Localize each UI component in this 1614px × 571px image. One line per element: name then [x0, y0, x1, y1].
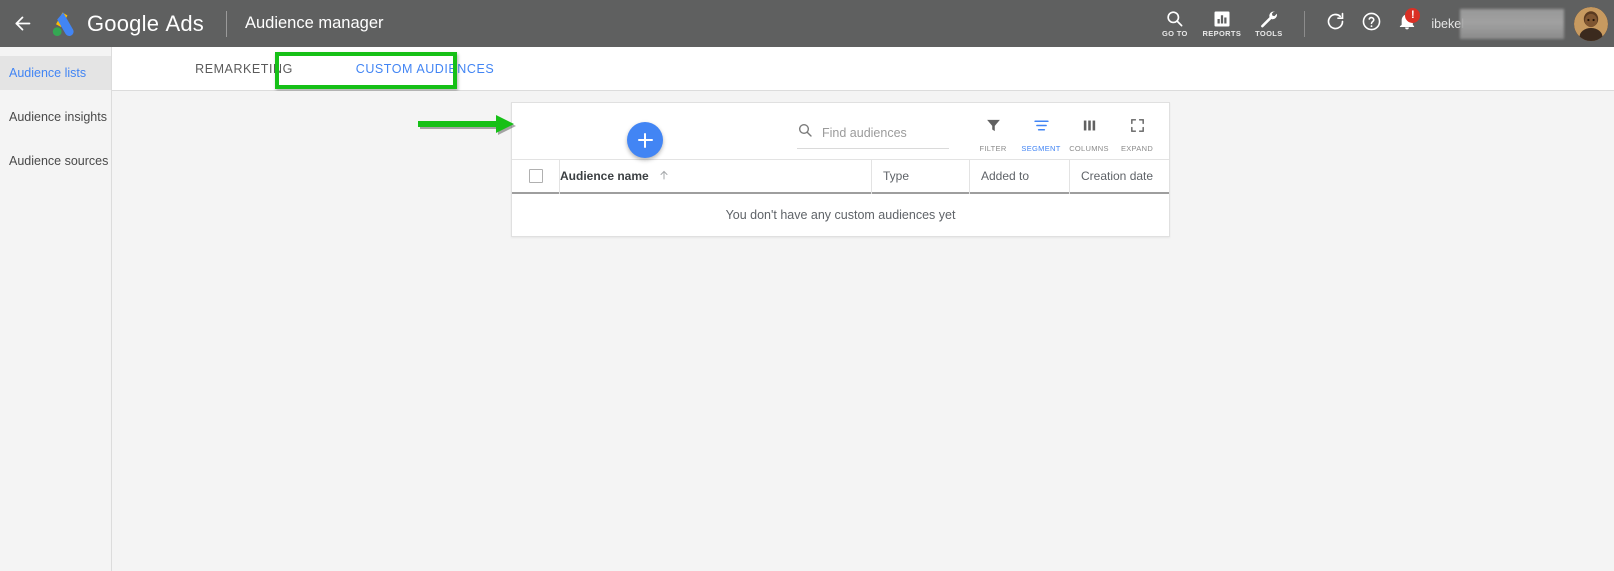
funnel-icon: [985, 117, 1002, 139]
segment-lines-icon: [1033, 117, 1050, 139]
column-header-added-to[interactable]: Added to: [969, 158, 1069, 194]
empty-state-message: You don't have any custom audiences yet: [725, 208, 956, 222]
search-icon: [797, 122, 813, 143]
column-header-audience-name[interactable]: Audience name: [559, 158, 871, 194]
sidebar-item-label: Audience lists: [9, 66, 87, 80]
empty-state-row: You don't have any custom audiences yet: [512, 194, 1169, 236]
tab-custom-audiences[interactable]: CUSTOM AUDIENCES: [334, 47, 516, 91]
sidebar-item-label: Audience insights: [9, 110, 107, 124]
brand-google: Google: [87, 10, 160, 36]
reports-button[interactable]: REPORTS: [1198, 0, 1245, 47]
arrow-left-icon: [12, 13, 33, 34]
column-label: Added to: [981, 169, 1030, 183]
select-all-checkbox[interactable]: [528, 169, 543, 183]
segment-button[interactable]: SEGMENT: [1017, 113, 1065, 153]
help-button[interactable]: [1353, 0, 1389, 47]
search-icon: [1165, 9, 1184, 28]
column-header-type[interactable]: Type: [871, 158, 969, 194]
sidebar-item-audience-insights[interactable]: Audience insights: [0, 100, 111, 134]
go-to-label: GO TO: [1161, 29, 1188, 38]
tab-bar: REMARKETING CUSTOM AUDIENCES: [112, 47, 1614, 91]
select-all-cell: [512, 159, 559, 194]
help-circle-icon: [1361, 11, 1382, 37]
redacted-account-name: [1460, 8, 1564, 39]
google-ads-logo-icon: [41, 8, 85, 40]
wrench-icon: [1259, 9, 1278, 28]
custom-audiences-card: FILTER SEGMENT: [511, 102, 1170, 237]
tools-button[interactable]: TOOLS: [1245, 0, 1292, 47]
header-actions: GO TO REPORTS TOOLS ! ibekel: [1151, 0, 1614, 47]
columns-icon: [1081, 117, 1098, 139]
expand-button[interactable]: EXPAND: [1113, 113, 1161, 153]
brand-wordmark: Google Ads: [87, 11, 204, 37]
top-header: Google Ads Audience manager GO TO REPORT…: [0, 0, 1614, 47]
tab-label: REMARKETING: [195, 62, 293, 76]
sidebar-item-label: Audience sources: [9, 154, 109, 168]
refresh-icon: [1325, 11, 1346, 37]
expand-corners-icon: [1129, 117, 1146, 139]
header-actions-divider: [1304, 10, 1306, 37]
left-sidebar: Audience lists Audience insights Audienc…: [0, 47, 112, 571]
reports-label: REPORTS: [1202, 29, 1242, 38]
avatar[interactable]: [1574, 6, 1608, 41]
header-divider: [225, 10, 227, 37]
toolbar-actions: FILTER SEGMENT: [797, 103, 1169, 159]
search-input[interactable]: [822, 125, 934, 140]
search-field[interactable]: [797, 122, 949, 149]
refresh-button[interactable]: [1317, 0, 1353, 47]
brand-ads: Ads: [165, 10, 204, 36]
card-toolbar: FILTER SEGMENT: [512, 103, 1169, 159]
sidebar-item-audience-lists[interactable]: Audience lists: [0, 56, 111, 90]
segment-label: SEGMENT: [1021, 144, 1061, 153]
bar-chart-icon: [1213, 9, 1231, 28]
column-label: Creation date: [1081, 169, 1154, 183]
column-label: Audience name: [560, 169, 649, 183]
expand-label: EXPAND: [1120, 144, 1154, 153]
tab-label: CUSTOM AUDIENCES: [355, 62, 495, 76]
go-to-button[interactable]: GO TO: [1151, 0, 1198, 47]
column-label: Type: [883, 169, 910, 183]
tools-label: TOOLS: [1255, 29, 1283, 38]
filter-button[interactable]: FILTER: [969, 113, 1017, 153]
main-content: FILTER SEGMENT: [113, 91, 1614, 571]
column-header-creation-date[interactable]: Creation date: [1069, 158, 1169, 194]
columns-label: COLUMNS: [1069, 144, 1109, 153]
notification-badge: !: [1405, 8, 1421, 23]
google-ads-audience-manager: Google Ads Audience manager GO TO REPORT…: [0, 0, 1614, 571]
sidebar-item-audience-sources[interactable]: Audience sources: [0, 144, 111, 178]
columns-button[interactable]: COLUMNS: [1065, 113, 1113, 153]
tab-remarketing[interactable]: REMARKETING: [164, 47, 324, 91]
back-button[interactable]: [5, 0, 39, 47]
add-audience-fab[interactable]: [627, 122, 663, 158]
table-header-row: Audience name Type Added to Creation dat…: [512, 158, 1169, 194]
filter-label: FILTER: [979, 144, 1007, 153]
sort-ascending-icon: [658, 169, 670, 184]
notifications-button[interactable]: !: [1389, 0, 1425, 47]
page-title: Audience manager: [244, 14, 384, 32]
